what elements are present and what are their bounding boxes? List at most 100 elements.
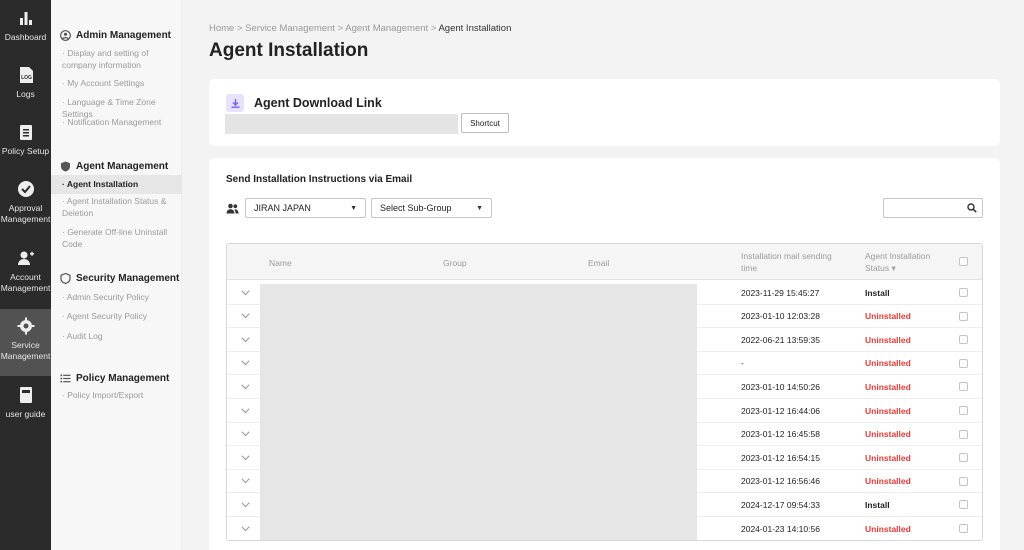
checkbox[interactable] [959, 524, 968, 533]
submenu-item-company-info[interactable]: · Display and setting of company informa… [51, 47, 182, 75]
submenu-header[interactable]: Agent Management [51, 159, 182, 173]
rail-item-approval-management[interactable]: Approval Management [0, 180, 51, 225]
submenu-header[interactable]: Security Management [51, 271, 182, 285]
checkbox[interactable] [959, 500, 968, 510]
row-checkbox-cell[interactable] [959, 375, 968, 398]
group-select[interactable]: JIRAN JAPAN ▼ [245, 198, 366, 218]
shield-icon [60, 161, 71, 172]
subgroup-select[interactable]: Select Sub-Group ▼ [371, 198, 492, 218]
checkbox[interactable] [959, 429, 968, 439]
checkbox[interactable] [959, 453, 968, 463]
rail-item-dashboard[interactable]: Dashboard [0, 9, 51, 43]
submenu-item-my-account[interactable]: · My Account Settings [51, 77, 182, 96]
mail-sending-time: 2024-01-23 14:10:56 [741, 523, 820, 534]
expand-row-icon[interactable] [241, 493, 253, 516]
mail-sending-time: 2023-01-10 12:03:28 [741, 311, 820, 322]
main-content: Home > Service Management > Agent Manage… [182, 0, 1024, 550]
row-checkbox-cell[interactable] [959, 281, 968, 304]
submenu-item-installation-status[interactable]: · Agent Installation Status & Deletion [51, 195, 182, 226]
shortcut-button[interactable]: Shortcut [461, 113, 509, 133]
expand-row-icon[interactable] [241, 446, 253, 469]
rail-item-logs[interactable]: LOG Logs [0, 66, 51, 100]
search-input[interactable] [884, 200, 964, 218]
col-mail-time-line2: time [741, 263, 758, 273]
gear-icon [17, 317, 35, 335]
breadcrumb: Home > Service Management > Agent Manage… [209, 23, 511, 34]
rail-label: Policy Setup [1, 146, 50, 156]
row-checkbox-cell[interactable] [959, 328, 968, 351]
row-checkbox-cell[interactable] [959, 399, 968, 422]
table-header: Name Group Email Installation mail sendi… [227, 244, 982, 280]
rail-label: Approval Management [0, 203, 51, 224]
rail-label: Service Management [0, 340, 51, 361]
checkbox[interactable] [959, 358, 968, 368]
download-title-label: Agent Download Link [254, 96, 382, 110]
breadcrumb-current: Agent Installation [438, 23, 512, 34]
clipboard-icon [17, 123, 35, 141]
submenu-item-agent-installation[interactable]: · Agent Installation [51, 175, 182, 194]
submenu-item-admin-security-policy[interactable]: · Admin Security Policy [51, 291, 182, 310]
row-checkbox-cell[interactable] [959, 423, 968, 446]
checkbox[interactable] [959, 406, 968, 415]
expand-row-icon[interactable] [241, 281, 253, 304]
submenu-item-agent-security-policy[interactable]: · Agent Security Policy [51, 310, 182, 330]
expand-row-icon[interactable] [241, 517, 253, 540]
expand-row-icon[interactable] [241, 375, 253, 398]
submenu-item-language-timezone[interactable]: · Language & Time Zone Settings [51, 96, 182, 119]
installation-status: Uninstalled [865, 381, 911, 392]
expand-row-icon[interactable] [241, 328, 253, 351]
col-status-line1: Agent Installation [865, 251, 931, 261]
rail-item-service-management[interactable]: Service Management [0, 309, 51, 376]
download-link-field[interactable] [225, 114, 458, 134]
installation-status: Uninstalled [865, 476, 911, 487]
expand-row-icon[interactable] [241, 305, 253, 328]
rail-label: Account Management [0, 272, 51, 293]
installation-status: Uninstalled [865, 311, 911, 322]
submenu-item-audit-log[interactable]: · Audit Log [51, 330, 182, 350]
subgroup-select-value: Select Sub-Group [380, 203, 452, 213]
expand-row-icon[interactable] [241, 423, 253, 446]
bar-chart-icon [17, 9, 35, 27]
checkbox[interactable] [959, 476, 968, 486]
row-checkbox-cell[interactable] [959, 470, 968, 493]
submenu: Admin Management · Display and setting o… [51, 0, 182, 550]
submenu-header-label: Admin Management [76, 29, 172, 41]
submenu-item-policy-import-export[interactable]: · Policy Import/Export [51, 389, 182, 408]
row-checkbox-cell[interactable] [959, 305, 968, 328]
page-title: Agent Installation [209, 40, 369, 61]
user-add-icon [17, 249, 35, 267]
installation-status: Uninstalled [865, 523, 911, 534]
expand-row-icon[interactable] [241, 399, 253, 422]
mail-sending-time: 2022-06-21 13:59:35 [741, 334, 820, 345]
submenu-header[interactable]: Policy Management [51, 371, 182, 385]
rail-item-account-management[interactable]: Account Management [0, 249, 51, 294]
checkbox[interactable] [959, 311, 968, 321]
rail-label: user guide [5, 409, 46, 419]
redacted-region [260, 284, 697, 540]
checkbox[interactable] [959, 288, 968, 297]
checkbox[interactable] [959, 335, 968, 345]
rail-label: Dashboard [4, 32, 47, 42]
row-checkbox-cell[interactable] [959, 517, 968, 540]
rail-item-user-guide[interactable]: user guide [0, 386, 51, 420]
mail-sending-time: 2023-11-29 15:45:27 [741, 287, 820, 298]
submenu-item-offline-uninstall[interactable]: · Generate Off-line Uninstall Code [51, 226, 182, 249]
expand-row-icon[interactable] [241, 352, 253, 375]
expand-row-icon[interactable] [241, 470, 253, 493]
select-all-checkbox[interactable] [959, 257, 968, 266]
search-icon[interactable] [967, 203, 977, 213]
breadcrumb-path[interactable]: Home > Service Management > Agent Manage… [209, 23, 438, 34]
row-checkbox-cell[interactable] [959, 446, 968, 469]
col-status[interactable]: Agent Installation Status ▾ [865, 250, 930, 274]
submenu-header[interactable]: Admin Management [51, 28, 182, 42]
download-title: Agent Download Link [226, 94, 382, 112]
rail-item-policy-setup[interactable]: Policy Setup [0, 123, 51, 157]
checkbox[interactable] [959, 382, 968, 392]
installation-status: Uninstalled [865, 429, 911, 440]
mail-sending-time: 2023-01-12 16:54:15 [741, 452, 820, 463]
row-checkbox-cell[interactable] [959, 493, 968, 516]
checkbox[interactable] [959, 257, 968, 266]
installation-status: Uninstalled [865, 452, 911, 463]
row-checkbox-cell[interactable] [959, 352, 968, 375]
submenu-item-notification[interactable]: · Notification Management [51, 116, 182, 136]
